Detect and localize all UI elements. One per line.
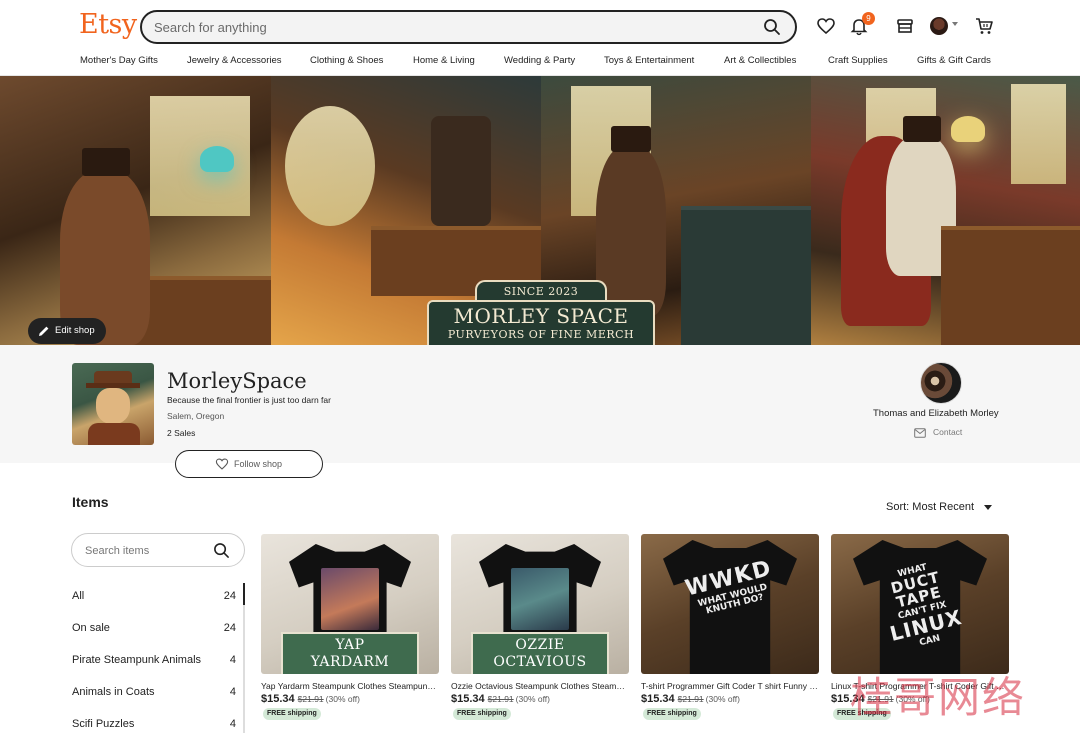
nav-mothers-day[interactable]: Mother's Day Gifts	[80, 55, 158, 66]
follow-shop-label: Follow shop	[234, 459, 283, 469]
scrollbar-thumb[interactable]	[243, 583, 245, 605]
heart-icon	[215, 458, 229, 470]
mail-icon	[914, 428, 926, 438]
section-count: 4	[229, 654, 236, 666]
section-label: On sale	[72, 622, 110, 634]
items-search-input[interactable]	[85, 543, 213, 558]
listing-price: $15.34 $21.91 (30% off)	[261, 693, 360, 705]
heart-icon[interactable]	[816, 16, 836, 36]
nav-craft[interactable]: Craft Supplies	[828, 55, 888, 66]
section-label: Animals in Coats	[72, 686, 155, 698]
shop-info-strip	[0, 345, 1080, 463]
nav-wedding[interactable]: Wedding & Party	[504, 55, 575, 66]
nav-home-living[interactable]: Home & Living	[413, 55, 475, 66]
sign-main: MORLEY SPACE PURVEYORS OF FINE MERCH	[427, 300, 655, 348]
section-pirate-steampunk-animals[interactable]: Pirate Steampunk Animals 4	[72, 650, 238, 670]
shop-banner-sign: SINCE 2023 MORLEY SPACE PURVEYORS OF FIN…	[427, 280, 655, 348]
section-count: 4	[229, 686, 236, 698]
section-label: All	[72, 590, 85, 602]
chevron-down-icon[interactable]	[952, 22, 958, 26]
items-search	[71, 533, 245, 567]
site-search	[140, 10, 797, 44]
shop-tagline: Because the final frontier is just too d…	[167, 395, 331, 405]
shop-name: MorleySpace	[167, 369, 307, 393]
contact-label: Contact	[933, 427, 963, 437]
listing-card[interactable]: WWKD WHAT WOULD KNUTH DO? T-shirt Progra…	[641, 534, 819, 733]
sort-label: Sort: Most Recent	[886, 501, 975, 513]
banner-panel	[0, 76, 271, 345]
section-scifi-puzzles[interactable]: Scifi Puzzles 4	[72, 714, 238, 733]
sign-title: MORLEY SPACE	[453, 304, 629, 328]
free-shipping-badge: FREE shipping	[263, 708, 321, 720]
search-icon[interactable]	[213, 542, 230, 559]
section-count: 24	[223, 622, 236, 634]
listing-price: $15.34 $21.91 (30% off)	[641, 693, 740, 705]
section-on-sale[interactable]: On sale 24	[72, 618, 238, 638]
site-header: Etsy 9 Mother's Day Gifts Jewelry & Acce…	[0, 0, 1080, 76]
category-nav: Mother's Day Gifts Jewelry & Accessories…	[80, 55, 1000, 69]
listing-card[interactable]: OZZIE OCTAVIOUS Ozzie Octavious Steampun…	[451, 534, 629, 733]
notification-badge: 9	[862, 12, 875, 25]
watermark: 桂哥网络	[850, 673, 1027, 722]
sign-subtitle: PURVEYORS OF FINE MERCH	[447, 328, 635, 341]
free-shipping-badge: FREE shipping	[453, 708, 511, 720]
banner-panel	[811, 76, 1080, 345]
shirt-label: YAP YARDARM	[281, 632, 419, 674]
free-shipping-badge: FREE shipping	[643, 708, 701, 720]
section-count: 24	[223, 590, 236, 602]
nav-clothing[interactable]: Clothing & Shoes	[310, 55, 383, 66]
caret-down-icon	[984, 504, 993, 510]
sort-dropdown[interactable]: Sort: Most Recent	[886, 501, 993, 513]
shop-location: Salem, Oregon	[167, 411, 225, 421]
section-all[interactable]: All 24	[72, 586, 238, 606]
listing-price: $15.34 $21.91 (30% off)	[451, 693, 550, 705]
section-animals-in-coats[interactable]: Animals in Coats 4	[72, 682, 238, 702]
nav-toys[interactable]: Toys & Entertainment	[604, 55, 694, 66]
shirt-label: OZZIE OCTAVIOUS	[471, 632, 609, 674]
search-input[interactable]	[154, 18, 744, 36]
section-label: Pirate Steampunk Animals	[72, 654, 202, 666]
pencil-icon	[39, 326, 49, 336]
shop-logo	[72, 363, 154, 445]
follow-shop-button[interactable]: Follow shop	[175, 450, 323, 478]
owner-name[interactable]: Thomas and Elizabeth Morley	[873, 408, 999, 419]
account-avatar[interactable]	[930, 17, 948, 35]
shop-sales[interactable]: 2 Sales	[167, 428, 195, 438]
shop-icon[interactable]	[895, 16, 915, 36]
edit-shop-label: Edit shop	[55, 325, 95, 336]
sections-scrollbar[interactable]	[243, 583, 245, 733]
listing-title[interactable]: T-shirt Programmer Gift Coder T shirt Fu…	[641, 681, 819, 691]
nav-jewelry[interactable]: Jewelry & Accessories	[187, 55, 282, 66]
listing-title[interactable]: Ozzie Octavious Steampunk Clothes Steamp…	[451, 681, 629, 691]
shop-sections: All 24 On sale 24 Pirate Steampunk Anima…	[72, 578, 244, 733]
section-count: 4	[229, 718, 236, 730]
etsy-logo[interactable]: Etsy	[79, 9, 137, 40]
nav-art[interactable]: Art & Collectibles	[724, 55, 796, 66]
listing-image[interactable]: YAP YARDARM	[261, 534, 439, 674]
search-icon[interactable]	[763, 18, 781, 36]
listing-card[interactable]: YAP YARDARM Yap Yardarm Steampunk Clothe…	[261, 534, 439, 733]
listing-image[interactable]: WWKD WHAT WOULD KNUTH DO?	[641, 534, 819, 674]
sign-since: SINCE 2023	[475, 280, 607, 302]
edit-shop-button[interactable]: Edit shop	[28, 318, 106, 344]
items-heading: Items	[72, 494, 109, 510]
section-label: Scifi Puzzles	[72, 718, 135, 730]
listing-image[interactable]: WHAT DUCT TAPE CAN'T FIX LINUX CAN	[831, 534, 1009, 674]
listing-title[interactable]: Yap Yardarm Steampunk Clothes Steampunk …	[261, 681, 439, 691]
cart-icon[interactable]	[974, 16, 994, 36]
owner-avatar[interactable]	[920, 362, 962, 404]
listing-image[interactable]: OZZIE OCTAVIOUS	[451, 534, 629, 674]
nav-gifts[interactable]: Gifts & Gift Cards	[917, 55, 991, 66]
